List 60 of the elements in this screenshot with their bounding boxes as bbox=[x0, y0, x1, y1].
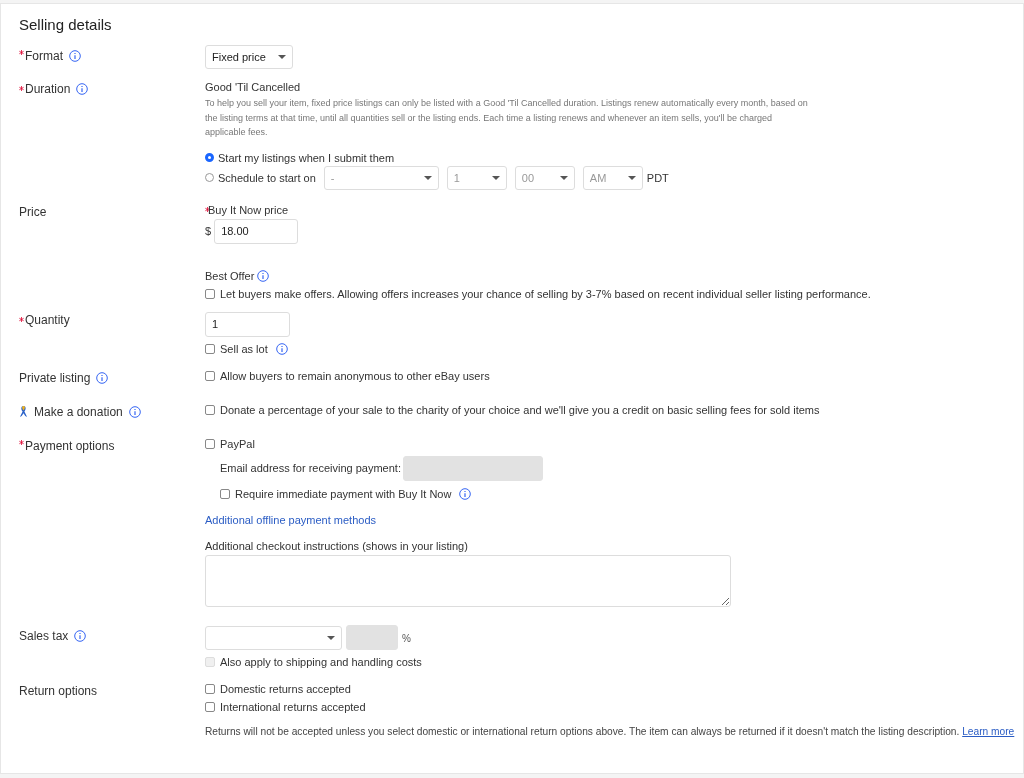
help-text: To help you sell your item, fixed price listings can only be listed with a Good 'Til Cancelled duration. Listings renew automatically every month, based on the listing terms at that time, until all quantities sell or the listing ends. Each time a listing renews and whenever an item sells, you'll be charged applicable fees. bbox=[205, 97, 809, 139]
field-label: Buy It Now price bbox=[208, 203, 289, 216]
option-heading: Best Offer bbox=[205, 269, 255, 282]
checkbox[interactable] bbox=[205, 288, 215, 299]
option-heading: Good 'Til Cancelled bbox=[205, 81, 301, 93]
caret-icon bbox=[559, 175, 568, 180]
info-icon[interactable] bbox=[69, 50, 81, 62]
field-label: Price bbox=[19, 204, 47, 219]
currency-symbol: $ bbox=[205, 225, 212, 237]
info-icon[interactable] bbox=[257, 269, 270, 282]
checkbox-label: Require immediate payment with Buy It Now bbox=[235, 487, 452, 500]
info-icon[interactable] bbox=[74, 629, 87, 642]
caret-icon bbox=[277, 55, 286, 59]
checkbox-label: International returns accepted bbox=[220, 700, 366, 713]
checkbox[interactable] bbox=[205, 370, 215, 381]
field-label: Make a donation bbox=[34, 404, 123, 419]
radio-button[interactable] bbox=[205, 153, 214, 162]
checkbox-label: Allow buyers to remain anonymous to other eBay users bbox=[220, 369, 490, 382]
caret-icon bbox=[627, 175, 636, 180]
checkbox-label: PayPal bbox=[220, 437, 255, 450]
checkbox-label: Let buyers make offers. Allowing offers increases your chance of selling by 3-7% based on recent individual seller listing performance. bbox=[220, 287, 871, 300]
checkbox[interactable] bbox=[205, 683, 215, 694]
field-label: Format bbox=[25, 49, 63, 63]
info-icon[interactable] bbox=[96, 371, 109, 384]
checkbox-label: Domestic returns accepted bbox=[220, 682, 351, 695]
field-label: Private listing bbox=[19, 370, 91, 385]
info-icon[interactable] bbox=[275, 342, 288, 355]
info-icon[interactable] bbox=[76, 83, 89, 95]
caret-icon bbox=[327, 635, 335, 640]
section-title: Selling details bbox=[19, 16, 113, 33]
checkbox[interactable] bbox=[205, 438, 215, 449]
checkbox[interactable] bbox=[205, 404, 215, 415]
text-field[interactable]: 18.00 bbox=[214, 218, 299, 244]
checkbox[interactable] bbox=[205, 701, 215, 712]
learn-more-link[interactable]: Learn more bbox=[962, 725, 1015, 737]
info-icon[interactable] bbox=[128, 405, 141, 418]
checkbox-label: Donate a percentage of your sale to the charity of your choice and we'll give you a credit on basic selling fees for sold items bbox=[220, 403, 820, 416]
field-label: Return options bbox=[19, 683, 98, 698]
timezone-label: PDT bbox=[646, 171, 669, 184]
field-label: Sales tax bbox=[19, 628, 69, 643]
field-label: Payment options bbox=[25, 438, 115, 453]
percent-sign: % bbox=[402, 632, 411, 644]
caret-icon bbox=[491, 175, 500, 180]
radio-label: Start my listings when I submit them bbox=[218, 151, 395, 164]
checkbox-label: Also apply to shipping and handling costs bbox=[220, 655, 422, 668]
returns-note: Returns will not be accepted unless you select domestic or international return options above. The item can always be returned if it doesn't match the listing description. bbox=[205, 725, 960, 737]
field-label: Additional checkout instructions (shows in your listing) bbox=[205, 539, 468, 552]
radio-label: Schedule to start on bbox=[218, 171, 316, 184]
field-label: Email address for receiving payment: bbox=[220, 462, 401, 474]
field-label: Quantity bbox=[25, 312, 70, 327]
payment-methods-link[interactable]: Additional offline payment methods bbox=[205, 513, 376, 526]
checkbox[interactable] bbox=[220, 488, 230, 499]
info-icon[interactable] bbox=[459, 487, 472, 500]
checkbox[interactable] bbox=[205, 343, 215, 354]
field-label: Duration bbox=[25, 82, 71, 96]
text-field[interactable]: 1 bbox=[205, 311, 290, 337]
format-dropdown[interactable]: Fixed price bbox=[205, 45, 293, 69]
radio-button[interactable] bbox=[205, 173, 214, 182]
caret-icon bbox=[423, 175, 432, 180]
checkbox-label: Sell as lot bbox=[220, 342, 268, 355]
